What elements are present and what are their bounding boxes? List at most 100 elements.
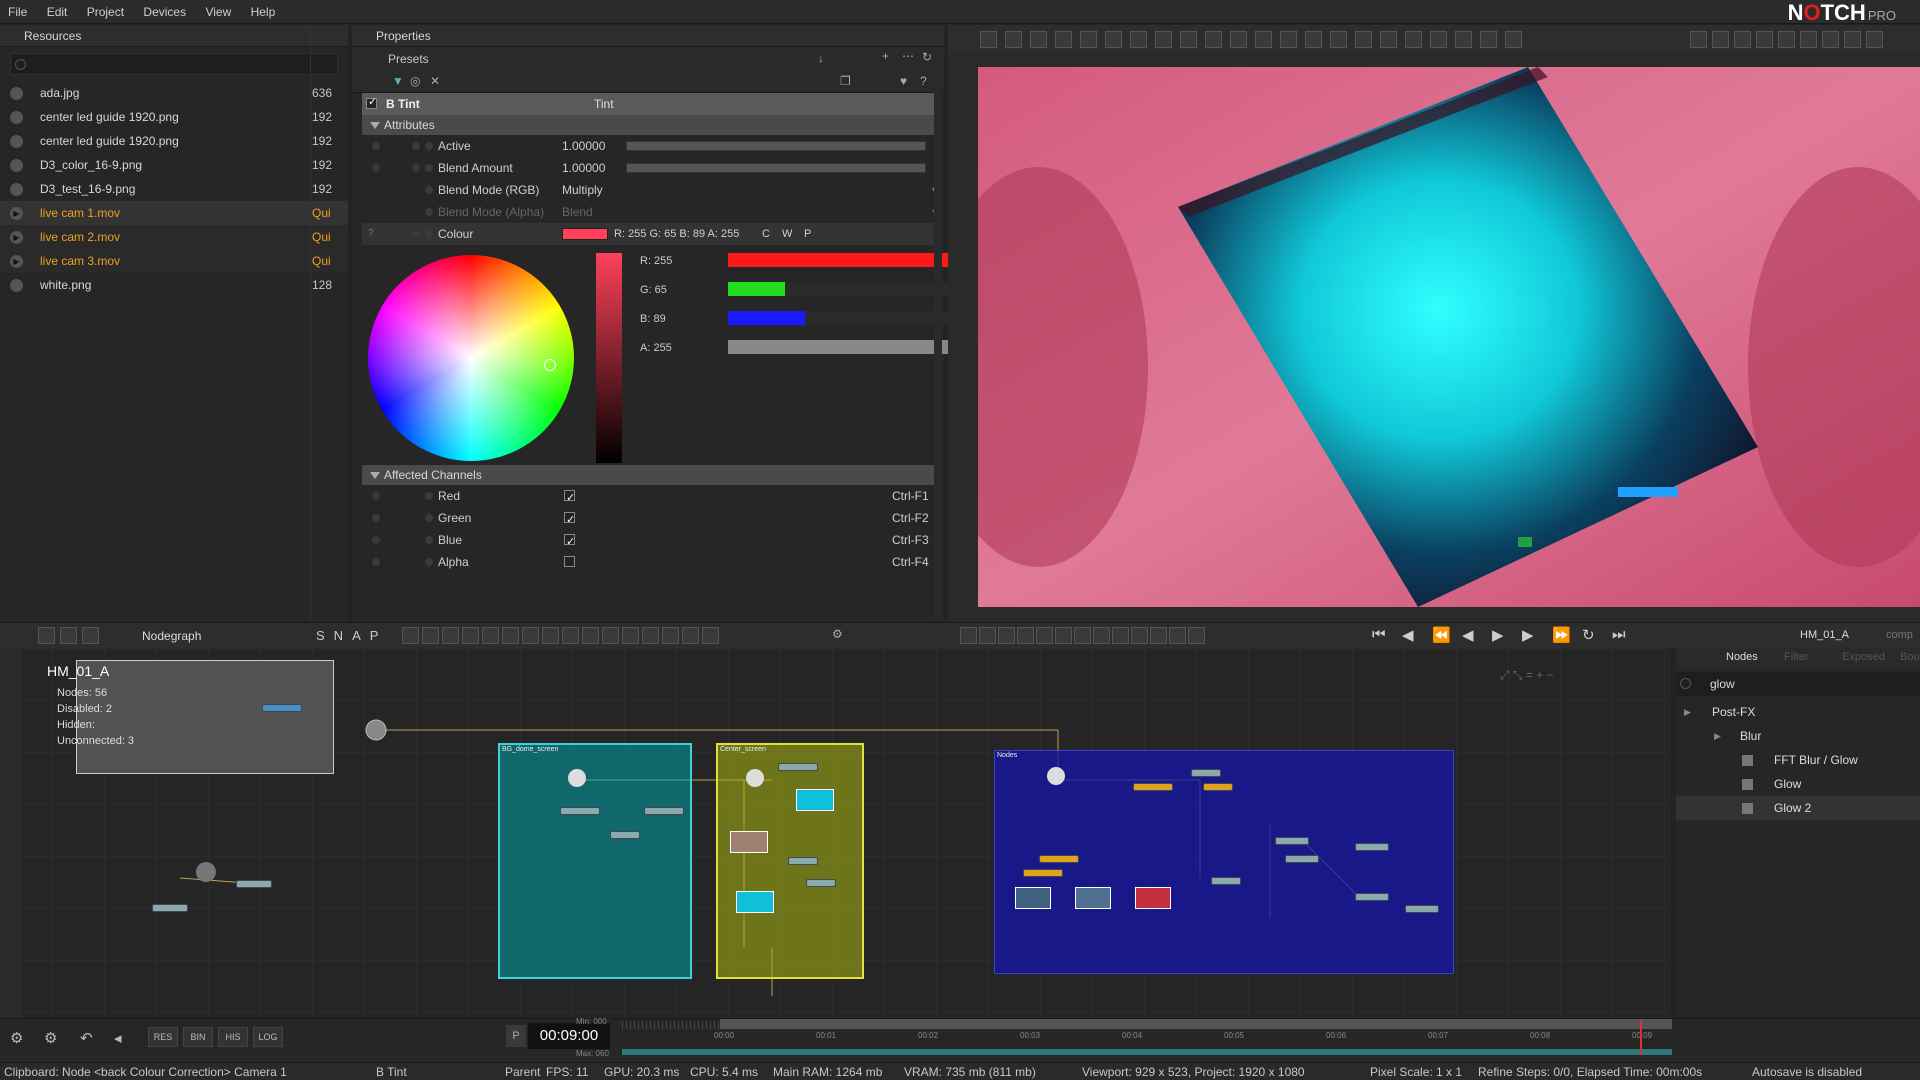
colour-flag-w[interactable]: W [782,223,792,245]
viewport-tool-icon[interactable] [1005,31,1022,48]
node[interactable] [610,831,640,839]
tree-item[interactable]: Glow [1676,772,1920,796]
timecode[interactable]: 00:09:00 [528,1023,610,1049]
transport-button-icon[interactable]: ◀ [1402,626,1414,644]
nodegraph-tool-icon[interactable] [482,627,499,644]
viewport-tool-icon[interactable] [1130,31,1147,48]
nodegraph-tool-icon[interactable] [522,627,539,644]
add-icon[interactable]: + [882,49,889,63]
nodegraph-tool-icon[interactable] [622,627,639,644]
node-circle[interactable] [568,769,586,787]
camera-tool-icon[interactable] [1712,31,1729,48]
copy-icon[interactable] [60,627,77,644]
render-tool-icon[interactable] [1112,627,1129,644]
letter-s[interactable]: S [316,628,334,643]
node[interactable] [152,904,188,912]
attr-value[interactable]: 1.00000 [562,135,605,157]
node[interactable] [1275,837,1309,845]
colour-wheel-cursor[interactable] [544,359,556,371]
brightness-bar[interactable] [596,253,622,463]
transport-button-icon[interactable]: ▶ [1522,626,1534,644]
resource-item[interactable]: ▶ live cam 3.mov Qui [0,249,348,273]
render-tool-icon[interactable] [1150,627,1167,644]
nodegraph-tool-icon[interactable] [702,627,719,644]
res-button[interactable]: RES [148,1027,178,1047]
render-tool-icon[interactable] [1131,627,1148,644]
node-search[interactable]: glow [1676,672,1920,696]
viewport-tool-icon[interactable] [1205,31,1222,48]
transport-button-icon[interactable]: ◀ [1462,626,1474,644]
layout-icon[interactable] [38,627,55,644]
node[interactable] [1191,769,1221,777]
transport-button-icon[interactable]: ▶ [1492,626,1504,644]
colour-swatch[interactable] [562,228,608,240]
camera-tool-icon[interactable] [1690,31,1707,48]
nodegraph-tool-icon[interactable] [542,627,559,644]
nodegraph-tool-icon[interactable] [582,627,599,644]
viewport-tool-icon[interactable] [1280,31,1297,48]
camera-tool-icon[interactable] [1756,31,1773,48]
menu-project[interactable]: Project [79,0,132,19]
camera-tool-icon[interactable] [1734,31,1751,48]
attributes-section[interactable]: Attributes [362,115,934,135]
node[interactable] [1285,855,1319,863]
node[interactable] [1355,843,1389,851]
transport-button-icon[interactable]: ⏭ [1612,626,1626,643]
camera-tool-icon[interactable] [1866,31,1883,48]
tree-item[interactable]: Glow 2 [1676,796,1920,820]
resource-item[interactable]: ada.jpg 636 [0,81,348,105]
settings-icon[interactable]: ⚙ [44,1029,57,1047]
viewport-tool-icon[interactable] [1430,31,1447,48]
transport-button-icon[interactable]: ⏪ [1432,626,1451,644]
p-button[interactable]: P [506,1025,526,1047]
channel-checkbox[interactable] [564,487,575,509]
camera-tool-icon[interactable] [1778,31,1795,48]
letter-n[interactable]: N [334,628,352,643]
node[interactable] [778,763,818,771]
attr-dropdown[interactable]: Multiply [562,179,603,201]
render-tool-icon[interactable] [960,627,977,644]
nodegraph-tool-icon[interactable] [402,627,419,644]
timeline-range[interactable] [720,1019,1672,1029]
node-thumbnail[interactable] [730,831,768,853]
viewport-tool-icon[interactable] [1255,31,1272,48]
resource-item[interactable]: D3_test_16-9.png 192 [0,177,348,201]
viewport-tool-icon[interactable] [1030,31,1047,48]
tree-item[interactable]: ▶ Blur [1676,724,1920,748]
colour-flag-p[interactable]: P [804,223,811,245]
viewport-tool-icon[interactable] [1080,31,1097,48]
viewport-render[interactable] [978,67,1920,607]
node[interactable] [644,807,684,815]
his-button[interactable]: HIS [218,1027,248,1047]
camera-tool-icon[interactable] [1800,31,1817,48]
viewport-tool-icon[interactable] [1055,31,1072,48]
nodegraph-tool-icon[interactable] [602,627,619,644]
render-tool-icon[interactable] [998,627,1015,644]
render-tool-icon[interactable] [1188,627,1205,644]
more-icon[interactable]: ⋯ [902,49,914,63]
node[interactable] [1355,893,1389,901]
render-tool-icon[interactable] [979,627,996,644]
attr-value[interactable]: 1.00000 [562,157,605,179]
node-thumbnail[interactable] [1135,887,1171,909]
viewport-tool-icon[interactable] [1305,31,1322,48]
nodegraph-tool-icon[interactable] [642,627,659,644]
transport-button-icon[interactable]: ⏮ [1372,626,1386,643]
gear-icon[interactable]: ⚙ [10,1029,23,1047]
back-icon[interactable]: ◂ [114,1029,122,1047]
channel-checkbox[interactable] [564,509,575,531]
nodegraph-canvas[interactable]: HM_01_A Nodes: 56 Disabled: 2 Hidden: Un… [0,648,1670,1018]
group-center-screen[interactable]: Center_screen [716,743,864,979]
node-circle[interactable] [1047,767,1065,785]
viewport-tool-icon[interactable] [1405,31,1422,48]
attr-slider[interactable] [626,163,926,173]
node[interactable] [1203,783,1233,791]
node-thumbnail[interactable] [1015,887,1051,909]
resource-item[interactable]: D3_color_16-9.png 192 [0,153,348,177]
viewport-tool-icon[interactable] [1455,31,1472,48]
tab-bound[interactable]: Bound [1900,651,1920,663]
transport-button-icon[interactable]: ↻ [1582,626,1595,644]
resource-item[interactable]: white.png 128 [0,273,348,297]
nodegraph-tool-icon[interactable] [662,627,679,644]
affected-channels-section[interactable]: Affected Channels [362,465,934,485]
